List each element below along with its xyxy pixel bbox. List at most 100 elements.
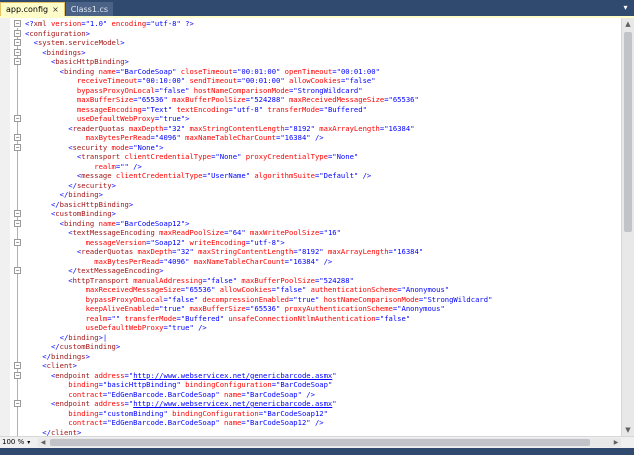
- code-token: StrongWildcard: [297, 85, 359, 95]
- code-token: None: [219, 152, 238, 161]
- collapse-icon[interactable]: −: [14, 143, 21, 151]
- collapse-icon[interactable]: −: [14, 29, 21, 37]
- collapse-icon[interactable]: −: [14, 58, 21, 65]
- code-token: bindings: [46, 47, 82, 57]
- close-icon[interactable]: ×: [52, 5, 59, 14]
- code-token: <: [25, 38, 38, 47]
- code-token: <: [25, 361, 47, 370]
- scroll-right-icon[interactable]: ▶: [611, 438, 621, 447]
- collapse-icon[interactable]: −: [14, 115, 21, 122]
- tab-class1-cs[interactable]: Class1.cs: [65, 2, 114, 16]
- code-token: realm: [25, 161, 116, 171]
- code-token: >: [98, 190, 103, 199]
- url-link[interactable]: http://www.webservicex.net/genericbarcod…: [133, 399, 332, 408]
- code-token: =": [159, 256, 168, 266]
- code-token: =": [319, 104, 328, 114]
- code-token: 524288: [323, 275, 350, 285]
- scrollbar-thumb[interactable]: [50, 439, 590, 446]
- chevron-down-icon[interactable]: ▾: [621, 3, 630, 12]
- code-token: 16384: [388, 123, 411, 133]
- code-token: </: [25, 199, 60, 209]
- code-line: maxBufferSize="65536" maxBufferPoolSize=…: [25, 95, 419, 105]
- collapse-icon[interactable]: −: [14, 134, 21, 141]
- code-token: EdGenBarcode.BarCodeSoap: [111, 389, 216, 399]
- code-token: =": [319, 228, 328, 237]
- code-line: binding="customBinding " bindingConfigura…: [25, 409, 328, 419]
- code-token: bypassProxyOnLocal: [25, 85, 155, 95]
- code-line: contract="EdGenBarcode.BarCodeSoap" name…: [25, 418, 324, 428]
- collapse-icon[interactable]: −: [14, 371, 21, 379]
- code-token: 8192: [293, 123, 311, 133]
- collapse-icon[interactable]: −: [14, 39, 21, 46]
- code-line: </client>: [25, 428, 81, 437]
- code-token: Anonymous: [401, 304, 441, 313]
- code-token: <: [25, 57, 56, 66]
- collapse-icon[interactable]: −: [14, 238, 21, 246]
- code-token: >: [120, 38, 125, 47]
- code-token: 4096: [159, 133, 177, 142]
- code-token: maxReceivedMessageSize: [25, 285, 181, 294]
- code-token: clientCredentialType: [111, 171, 203, 180]
- collapse-icon[interactable]: −: [14, 48, 21, 56]
- collapse-icon[interactable]: −: [14, 20, 21, 27]
- code-token: ": [353, 152, 359, 161]
- code-token: None: [336, 152, 354, 161]
- code-token: Soap12: [154, 237, 181, 247]
- code-token: =": [146, 237, 155, 247]
- code-token: </: [25, 180, 77, 190]
- code-line: </binding>|: [25, 333, 108, 343]
- code-token: closeTimeout: [176, 66, 233, 76]
- collapse-icon[interactable]: −: [14, 219, 21, 227]
- code-token: =": [163, 294, 173, 304]
- code-token: transport: [81, 152, 121, 161]
- chevron-down-icon[interactable]: ▾: [27, 439, 30, 446]
- code-line: <readerQuotas maxDepth="32" maxStringCon…: [25, 247, 423, 257]
- code-line: <transport clientCredentialType="None" p…: [25, 152, 358, 162]
- scroll-down-icon[interactable]: ▼: [622, 424, 634, 436]
- collapse-icon[interactable]: −: [14, 400, 21, 407]
- collapse-icon[interactable]: −: [14, 362, 21, 369]
- code-editor[interactable]: <?xml version="1.0" encoding="utf-8" ?> −…: [0, 18, 621, 436]
- code-token: ": [444, 285, 450, 294]
- url-link[interactable]: http://www.webservicex.net/genericbarcod…: [133, 371, 332, 380]
- code-token: =": [102, 418, 112, 427]
- tab-app-config[interactable]: app.config ×: [0, 2, 65, 16]
- code-token: manualAddressing: [128, 275, 203, 285]
- code-line: </security>: [25, 181, 116, 191]
- code-token: " />: [353, 171, 372, 180]
- collapse-icon[interactable]: −: [14, 267, 21, 274]
- code-line: <client>: [25, 361, 77, 371]
- code-token: =": [392, 304, 402, 313]
- code-token: </: [25, 190, 69, 199]
- code-token: mode: [107, 142, 129, 152]
- code-token: " />: [306, 418, 324, 427]
- code-token: client: [50, 427, 77, 437]
- code-token: maxArrayLength: [314, 123, 380, 133]
- code-token: useDefaultWebProxy: [25, 114, 155, 123]
- code-token: =": [384, 95, 393, 104]
- scroll-left-icon[interactable]: ◀: [38, 438, 48, 447]
- code-token: maxDepth: [124, 123, 164, 133]
- scroll-up-icon[interactable]: ▲: [622, 18, 634, 30]
- code-token: 65536: [141, 95, 164, 104]
- collapse-icon[interactable]: −: [14, 210, 21, 217]
- code-token: =": [133, 95, 142, 104]
- code-token: ": [358, 85, 363, 95]
- code-token: hostNameComparisonMode: [189, 85, 289, 95]
- code-token: " />: [124, 161, 142, 171]
- code-token: bypassProxyOnLocal: [25, 294, 164, 304]
- code-token: <: [25, 275, 73, 285]
- code-token: contract: [25, 418, 103, 427]
- code-token: Default: [323, 171, 354, 180]
- code-token: None: [137, 142, 155, 152]
- code-token: =": [137, 76, 147, 85]
- code-token: =": [107, 313, 116, 323]
- code-token: ": [414, 95, 419, 104]
- code-token: version: [46, 19, 82, 28]
- scrollbar-thumb[interactable]: [624, 32, 632, 232]
- zoom-selector[interactable]: 100 % ▾: [2, 438, 30, 447]
- code-token: ": [332, 399, 337, 408]
- horizontal-scrollbar[interactable]: ◀ ▶: [38, 438, 621, 447]
- code-token: <: [25, 247, 82, 256]
- vertical-scrollbar[interactable]: ▲ ▼: [621, 18, 634, 436]
